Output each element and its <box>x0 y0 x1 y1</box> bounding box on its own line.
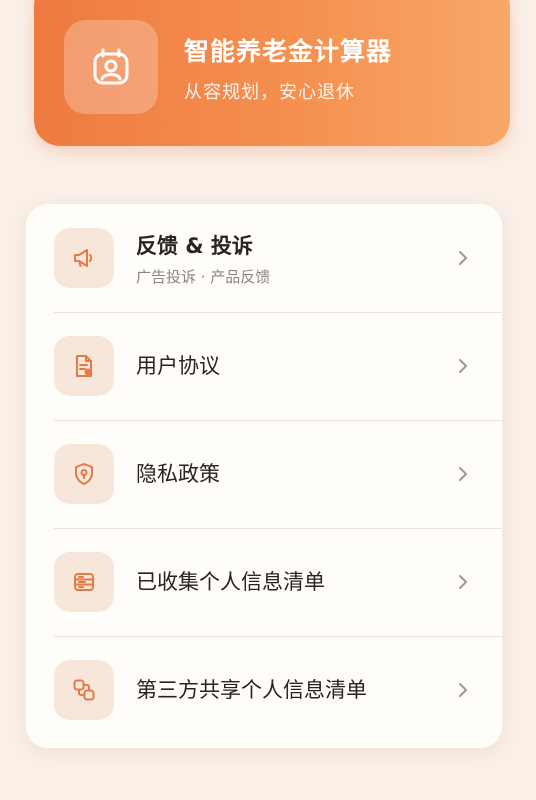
menu-item-title: 反馈 & 投诉 <box>136 234 253 258</box>
menu-item-privacy-policy[interactable]: 隐私政策 <box>26 420 502 528</box>
chevron-right-icon <box>459 467 467 481</box>
settings-menu: 反馈 & 投诉 广告投诉 · 产品反馈 用户协议 隐私政策 已收集个人信息清单 … <box>26 204 502 748</box>
shield-icon <box>54 444 114 504</box>
menu-item-title: 用户协议 <box>136 354 220 378</box>
chevron-right-icon <box>459 359 467 373</box>
chevron-right-icon <box>459 683 467 697</box>
menu-item-subtitle: 广告投诉 · 产品反馈 <box>136 268 271 286</box>
calendar-person-icon <box>64 20 158 114</box>
app-subtitle: 从容规划，安心退休 <box>184 82 355 103</box>
chevron-right-icon <box>459 251 467 265</box>
menu-item-collected-info-list[interactable]: 已收集个人信息清单 <box>26 528 502 636</box>
list-icon <box>54 552 114 612</box>
menu-item-third-party-sharing-list[interactable]: 第三方共享个人信息清单 <box>26 636 502 744</box>
document-icon <box>54 336 114 396</box>
menu-item-title: 隐私政策 <box>136 462 220 486</box>
app-header-card: 智能养老金计算器 从容规划，安心退休 <box>34 0 510 146</box>
menu-item-title: 已收集个人信息清单 <box>136 570 325 594</box>
megaphone-icon <box>54 228 114 288</box>
chevron-right-icon <box>459 575 467 589</box>
menu-item-feedback[interactable]: 反馈 & 投诉 广告投诉 · 产品反馈 <box>26 204 502 312</box>
share-icon <box>54 660 114 720</box>
menu-item-title: 第三方共享个人信息清单 <box>136 678 367 702</box>
menu-item-user-agreement[interactable]: 用户协议 <box>26 312 502 420</box>
app-title: 智能养老金计算器 <box>184 37 393 66</box>
